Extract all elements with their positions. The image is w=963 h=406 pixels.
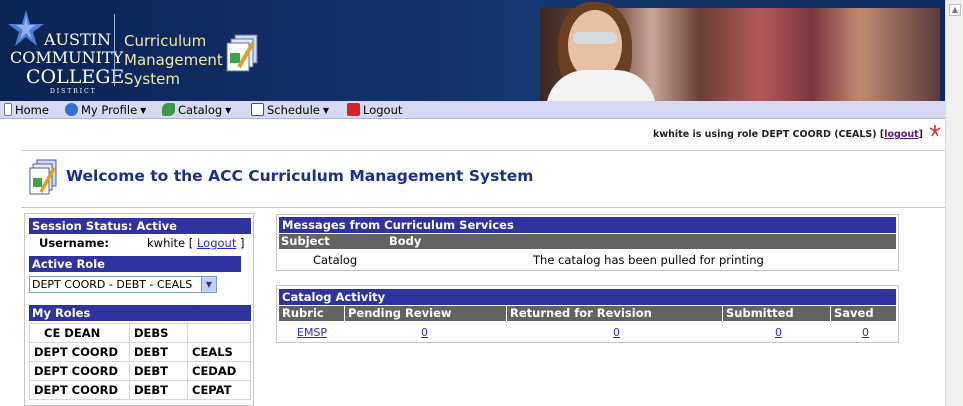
system-title-line2: Management: [124, 51, 223, 69]
menu-catalog[interactable]: Catalog ▼: [162, 102, 231, 118]
username-value: kwhite: [147, 236, 186, 250]
page-title: Welcome to the ACC Curriculum Management…: [66, 167, 534, 185]
saved-count-link[interactable]: 0: [862, 326, 869, 339]
divider: [21, 207, 945, 208]
table-row: DEPT COORD DEBT CEPAT: [29, 380, 251, 400]
logo-line-district: DISTRICT: [50, 88, 97, 95]
username-value-group: kwhite [ Logout ]: [147, 235, 244, 251]
my-roles-header: My Roles: [29, 305, 251, 321]
table-row: EMSP 0 0 0 0: [279, 325, 896, 341]
table-row: DEPT COORD DEBT CEDAD: [29, 361, 251, 381]
column-returned-for-revision: Returned for Revision: [507, 306, 723, 321]
role-name: CE DEAN: [29, 323, 130, 343]
my-roles-table: CE DEAN DEBS DEPT COORD DEBT CEALS DEPT …: [29, 323, 251, 400]
role-dept: DEBT: [129, 361, 188, 381]
returned-for-revision-count-link[interactable]: 0: [613, 326, 620, 339]
logout-icon: [347, 103, 360, 116]
menu-my-profile-label: My Profile: [81, 103, 138, 117]
messages-column-headers: Subject Body: [279, 234, 896, 249]
acc-logo[interactable]: AUSTIN COMMUNITY COLLEGE DISTRICT: [4, 8, 124, 95]
header-logout-link[interactable]: logout: [884, 129, 918, 140]
role-dept: DEBS: [129, 323, 188, 343]
active-role-select[interactable]: DEPT COORD - DEBT - CEALS ▼: [29, 276, 217, 293]
logo-line-community: COMMUNITY: [10, 48, 124, 67]
catalog-activity-panel: Catalog Activity Rubric Pending Review R…: [276, 285, 899, 343]
rubric-link[interactable]: EMSP: [297, 326, 327, 339]
menu-home-label: Home: [15, 103, 49, 117]
vertical-scrollbar[interactable]: ▲: [945, 0, 963, 406]
session-status-header: Session Status: Active: [29, 218, 251, 234]
main-menu-bar: Home My Profile ▼ Catalog ▼ Schedule ▼ Logo…: [0, 101, 945, 119]
info-icon: [65, 103, 78, 116]
column-subject: Subject: [281, 234, 330, 248]
pending-review-count-link[interactable]: 0: [421, 326, 428, 339]
role-division: CEDAD: [187, 361, 251, 381]
chevron-down-icon: ▼: [322, 106, 330, 115]
role-dept: DEBT: [129, 380, 188, 400]
system-title-line3: System: [124, 70, 180, 88]
menu-schedule-label: Schedule: [267, 103, 320, 117]
message-subject: Catalog: [313, 253, 358, 267]
scroll-up-arrow-icon[interactable]: ▲: [949, 4, 961, 16]
table-row: DEPT COORD DEBT CEALS: [29, 342, 251, 362]
left-panel: Session Status: Active Username: kwhite …: [24, 213, 254, 406]
acc-star-icon: [8, 10, 44, 46]
current-role-status: kwhite is using role DEPT COORD (CEALS) …: [653, 129, 923, 140]
role-name: DEPT COORD: [29, 380, 130, 400]
session-logout-link[interactable]: Logout: [197, 236, 236, 250]
header-divider: [114, 14, 115, 86]
role-division: CEPAT: [187, 380, 251, 400]
active-role-selected: DEPT COORD - DEBT - CEALS: [32, 278, 193, 291]
catalog-icon: [162, 103, 175, 116]
username-row: Username: kwhite [ Logout ]: [29, 235, 251, 251]
column-submitted: Submitted: [723, 306, 831, 321]
column-saved: Saved: [834, 306, 874, 320]
role-dept: DEBT: [129, 342, 188, 362]
welcome-header: Welcome to the ACC Curriculum Management…: [21, 150, 945, 208]
column-body: Body: [389, 234, 422, 248]
header-banner: AUSTIN COMMUNITY COLLEGE DISTRICT Curric…: [0, 0, 945, 101]
menu-logout-label: Logout: [363, 103, 403, 117]
chevron-down-icon[interactable]: ▼: [201, 277, 216, 292]
role-division: [187, 323, 251, 343]
submitted-count-link[interactable]: 0: [775, 326, 782, 339]
bracket-open: [: [188, 236, 194, 250]
bracket-close: ]: [239, 236, 245, 250]
documents-pencil-icon: [29, 159, 57, 195]
column-pending-review: Pending Review: [345, 306, 507, 321]
logo-line-austin: AUSTIN: [44, 30, 111, 49]
catalog-activity-header: Catalog Activity: [279, 289, 896, 305]
menu-my-profile[interactable]: My Profile ▼: [65, 102, 146, 118]
current-role-close: ]: [918, 129, 923, 140]
home-icon: [4, 103, 12, 116]
banner-photo-scientist: [540, 2, 940, 101]
catalog-column-headers: Rubric Pending Review Returned for Revis…: [279, 306, 896, 321]
role-division: CEALS: [187, 342, 251, 362]
chevron-down-icon: ▼: [225, 106, 232, 115]
active-role-header: Active Role: [29, 256, 241, 272]
menu-logout[interactable]: Logout: [347, 102, 402, 118]
table-row: CE DEAN DEBS: [29, 323, 251, 343]
table-row: Catalog The catalog has been pulled for …: [279, 252, 896, 268]
message-body: The catalog has been pulled for printing: [533, 253, 764, 267]
system-title-line1: Curriculum: [124, 32, 207, 50]
chevron-down-icon: ▼: [140, 106, 147, 115]
menu-home[interactable]: Home: [4, 102, 49, 118]
messages-header: Messages from Curriculum Services: [279, 217, 896, 233]
documents-pencil-icon: [226, 34, 258, 72]
schedule-icon: [251, 103, 264, 116]
username-label: Username:: [39, 236, 109, 250]
acc-star-small-icon: [929, 125, 941, 137]
messages-panel: Messages from Curriculum Services Subjec…: [276, 214, 899, 271]
column-rubric: Rubric: [279, 306, 345, 321]
menu-schedule[interactable]: Schedule ▼: [251, 102, 329, 118]
current-role-text: kwhite is using role DEPT COORD (CEALS) …: [653, 129, 885, 140]
role-name: DEPT COORD: [29, 361, 130, 381]
system-title: Curriculum Management System: [124, 32, 223, 89]
menu-catalog-label: Catalog: [178, 103, 223, 117]
role-name: DEPT COORD: [29, 342, 130, 362]
logo-line-college: COLLEGE: [26, 66, 125, 88]
